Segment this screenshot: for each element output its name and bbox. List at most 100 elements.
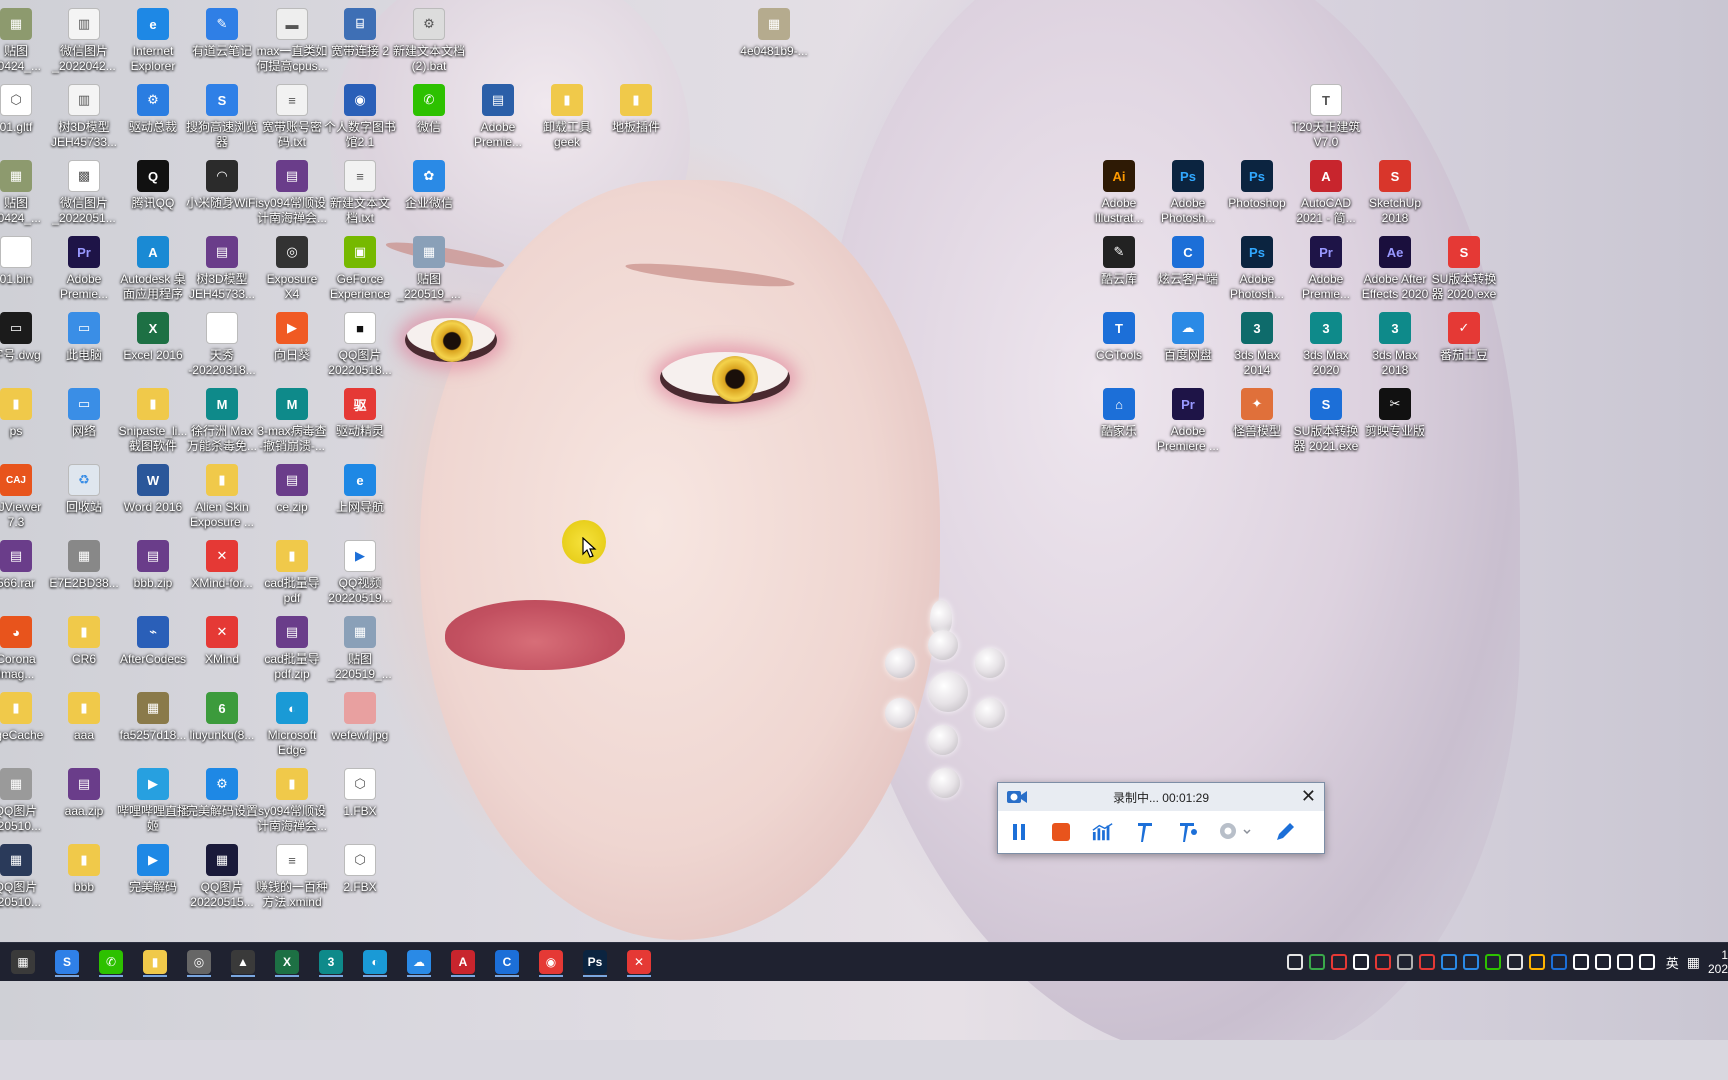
- tray-app-icon[interactable]: [1616, 954, 1633, 970]
- desktop-icon-xuanyun[interactable]: C 炫云客户端: [1150, 236, 1226, 287]
- tray-app-icon[interactable]: [1374, 954, 1391, 970]
- desktop-icon-sy094-1[interactable]: ▤ sy094常顺设 计南海禅会...: [254, 160, 330, 226]
- ime-indicator[interactable]: 英: [1666, 953, 1679, 972]
- desktop-icon-fa5257[interactable]: ▦ fa5257d18...: [115, 692, 191, 743]
- tray-app-icon[interactable]: [1440, 954, 1457, 970]
- tray-app-icon[interactable]: [1638, 954, 1655, 970]
- desktop-icon-3dsmax2014[interactable]: 3 3ds Max 2014: [1219, 312, 1295, 378]
- desktop-icon-fbx2[interactable]: ⬡ 2.FBX: [322, 844, 398, 895]
- input-grid-icon[interactable]: ▦: [1687, 954, 1700, 971]
- taskbar-app-calculator[interactable]: ▦: [8, 947, 38, 977]
- desktop-icon-xmind[interactable]: ✕ XMind: [184, 616, 260, 667]
- desktop-icon-qq-video[interactable]: ▶ QQ视频 20220519...: [322, 540, 398, 606]
- tray-app-icon[interactable]: [1308, 954, 1325, 970]
- desktop-icon-su-2021[interactable]: S SU版本转换 器 2021.exe: [1288, 388, 1364, 454]
- pen-icon[interactable]: [1134, 821, 1156, 843]
- desktop-icon-tietu-3[interactable]: ▦ 贴图 _220519_...: [391, 236, 467, 302]
- taskbar-app-netease-music[interactable]: ◉: [536, 947, 566, 977]
- desktop-icon-bbb-zip[interactable]: ▤ bbb.zip: [115, 540, 191, 591]
- desktop-icon-excel[interactable]: X Excel 2016: [115, 312, 191, 363]
- taskbar-app-photos[interactable]: ▲: [228, 947, 258, 977]
- desktop-icon-premiere-b[interactable]: Pr Adobe Premie...: [46, 236, 122, 302]
- clock[interactable]: 1 202: [1708, 948, 1728, 976]
- desktop-icon-aaa[interactable]: ▮ aaa: [46, 692, 122, 743]
- tray-app-icon[interactable]: [1418, 954, 1435, 970]
- draw-icon[interactable]: [1274, 821, 1296, 843]
- desktop-icon-new-txt[interactable]: ≡ 新建文本文 档.txt: [322, 160, 398, 226]
- desktop-icon-t20[interactable]: T T20天正建筑 V7.0: [1288, 84, 1364, 150]
- desktop-icon-alien-skin[interactable]: ▮ Alien Skin Exposure ...: [184, 464, 260, 530]
- desktop-icon-wecom[interactable]: ✿ 企业微信: [391, 160, 467, 211]
- desktop-icon-photoshop-a[interactable]: Ps Adobe Photosh...: [1150, 160, 1226, 226]
- desktop-icon-photoshop-b[interactable]: Ps Adobe Photosh...: [1219, 236, 1295, 302]
- pause-icon[interactable]: [1008, 821, 1030, 843]
- desktop-icon-perfect-decode[interactable]: ▶ 完美解码: [115, 844, 191, 895]
- desktop-icon-autocad[interactable]: A AutoCAD 2021 - 简...: [1288, 160, 1364, 226]
- taskbar-app-autocad[interactable]: A: [448, 947, 478, 977]
- desktop-icon-fbx1[interactable]: ⬡ 1.FBX: [322, 768, 398, 819]
- tray-app-icon[interactable]: [1462, 954, 1479, 970]
- desktop-icon-personal-lib[interactable]: ◉ 个人数字图书 馆2.1: [322, 84, 398, 150]
- desktop-icon-mi-wifi[interactable]: ◠ 小米随身WiFi: [184, 160, 260, 211]
- desktop-icon-driver-genius[interactable]: 驱驱动精灵: [322, 388, 398, 439]
- desktop-icon-autodesk-app[interactable]: A Autodesk 桌 面应用程序: [115, 236, 191, 302]
- taskbar-app-photoshop[interactable]: Ps: [580, 947, 610, 977]
- desktop-icon-aaa-zip[interactable]: ▤ aaa.zip: [46, 768, 122, 819]
- taskbar-app-xuanyun[interactable]: C: [492, 947, 522, 977]
- desktop-icon-cr6[interactable]: ▮ CR6: [46, 616, 122, 667]
- desktop-icon-premiere-a[interactable]: ▤ Adobe Premie...: [460, 84, 536, 150]
- desktop-icon-liuyunku[interactable]: 6 liuyunku(8...: [184, 692, 260, 743]
- desktop-icon-bbb[interactable]: ▮ bbb: [46, 844, 122, 895]
- desktop-icon-qq[interactable]: Q 腾讯QQ: [115, 160, 191, 211]
- desktop-icon-cad-pdf-zip[interactable]: ▤ cad批量导 pdf.zip: [254, 616, 330, 682]
- tray-app-icon[interactable]: [1286, 954, 1303, 970]
- desktop-icon-tietu-4[interactable]: ▦ 贴图 _220519_...: [322, 616, 398, 682]
- desktop-icon-sunflower[interactable]: ▶ 向日葵: [254, 312, 330, 363]
- recorder-titlebar[interactable]: 录制中... 00:01:29 ✕: [998, 783, 1324, 811]
- screen-recorder-toolbar[interactable]: 录制中... 00:01:29 ✕: [997, 782, 1325, 854]
- desktop-icon-tianxiu[interactable]: 天秀 -20220318...: [184, 312, 260, 378]
- taskbar-app-explorer[interactable]: ▮: [140, 947, 170, 977]
- tray-app-icon[interactable]: [1352, 954, 1369, 970]
- desktop-icon-qq-img-4[interactable]: ▦ QQ图片 20220515...: [184, 844, 260, 910]
- taskbar-app-3dsmax[interactable]: 3: [316, 947, 346, 977]
- desktop-icon-3dsmax2020[interactable]: 3 3ds Max 2020: [1288, 312, 1364, 378]
- desktop-icon-cgtools[interactable]: T CGTools: [1081, 312, 1157, 363]
- desktop-icon-broadband2[interactable]: ⌸ 宽带连接 2: [322, 8, 398, 59]
- desktop-icon-sogou-browser[interactable]: S 搜狗高速浏览 器: [184, 84, 260, 150]
- desktop-icon-tree3d-1[interactable]: ▥ 树3D模型 JEH45733...: [46, 84, 122, 150]
- desktop-icon-hash-img[interactable]: ▦ 4e0481b9-...: [736, 8, 812, 59]
- stop-icon[interactable]: [1050, 821, 1072, 843]
- desktop-icon-xu-max[interactable]: M 徐行洲 Max 万能杀毒免...: [184, 388, 260, 454]
- pen-plus-icon[interactable]: [1176, 821, 1198, 843]
- desktop-icon-floor-pack[interactable]: ▮ 地板插件: [598, 84, 674, 135]
- desktop-icon-wechat[interactable]: ✆ 微信: [391, 84, 467, 135]
- taskbar-app-wechat[interactable]: ✆: [96, 947, 126, 977]
- desktop-icon-premiere-d[interactable]: Pr Adobe Premiere ...: [1150, 388, 1226, 454]
- desktop-icon-sy094-2[interactable]: ▮ sy094常顺设 计南海禅会...: [254, 768, 330, 834]
- desktop-icon-illustrator[interactable]: Ai Adobe Illustrat...: [1081, 160, 1157, 226]
- taskbar-app-sogou[interactable]: S: [52, 947, 82, 977]
- desktop-icon-exposure[interactable]: ◎ Exposure X4: [254, 236, 330, 302]
- taskbar-app-xmind[interactable]: ✕: [624, 947, 654, 977]
- desktop-icon-after-effects[interactable]: Ae Adobe After Effects 2020: [1357, 236, 1433, 302]
- close-icon[interactable]: ✕: [1301, 787, 1316, 805]
- desktop-icon-wefewf[interactable]: wefewf.jpg: [322, 692, 398, 743]
- desktop-icon-photoshop[interactable]: Ps Photoshop: [1219, 160, 1295, 211]
- desktop-icon-bilibili-live[interactable]: ▶ 哔哩哔哩直播 姬: [115, 768, 191, 834]
- desktop-icon-capcut[interactable]: ✂ 剪映专业版: [1357, 388, 1433, 439]
- tray-app-icon[interactable]: [1594, 954, 1611, 970]
- desktop-icon-sketchup[interactable]: S SketchUp 2018: [1357, 160, 1433, 226]
- desktop-icon-wx-img-2[interactable]: ▩ 微信图片 _2022051...: [46, 160, 122, 226]
- tray-app-icon[interactable]: [1506, 954, 1523, 970]
- taskbar-app-excel[interactable]: X: [272, 947, 302, 977]
- desktop-icon-premiere-c[interactable]: Pr Adobe Premie...: [1288, 236, 1364, 302]
- desktop-icon-baidu-pan[interactable]: ☁ 百度网盘: [1150, 312, 1226, 363]
- desktop-icon-geforce[interactable]: ▣ GeForce Experience: [322, 236, 398, 302]
- desktop-icon-driver-master[interactable]: ⚙ 驱动总裁: [115, 84, 191, 135]
- desktop-icon-e7e2[interactable]: ▦ E7E2BD38...: [46, 540, 122, 591]
- webcam-icon[interactable]: [1218, 821, 1254, 843]
- desktop-icon-wx-img-1[interactable]: ▥ 微信图片 _2022042...: [46, 8, 122, 74]
- chart-icon[interactable]: [1092, 821, 1114, 843]
- desktop-icon-word[interactable]: W Word 2016: [115, 464, 191, 515]
